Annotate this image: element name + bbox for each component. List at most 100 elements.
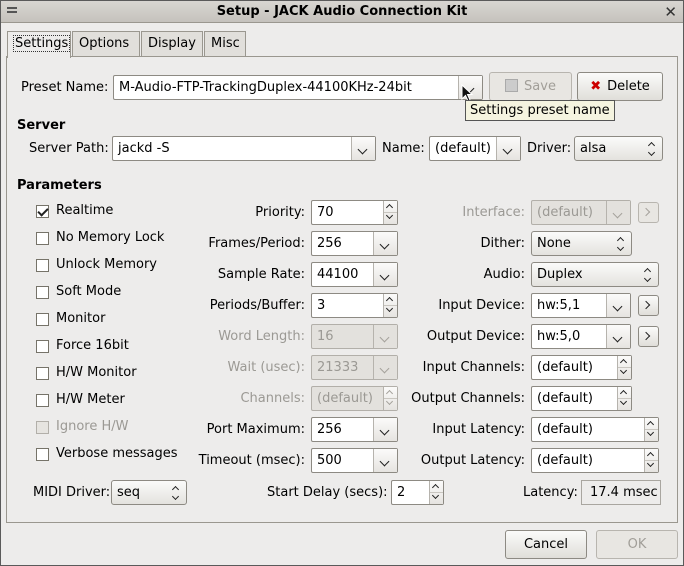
chevron-down-icon[interactable] [606, 294, 630, 317]
driver-select[interactable]: alsa [574, 136, 663, 161]
verbose-messages-checkbox[interactable] [36, 448, 49, 461]
input-latency-spinbox[interactable]: (default) [531, 417, 659, 442]
input-channels-spinbox[interactable]: (default) [531, 355, 632, 380]
output-channels-value: (default) [537, 391, 593, 406]
output-latency-label: Output Latency: [420, 453, 525, 468]
periods-buffer-spinbox[interactable]: 3 [311, 293, 398, 318]
tab-options[interactable]: Options [72, 31, 140, 57]
chevron-down-icon[interactable] [606, 201, 630, 224]
chevron-down-icon[interactable] [373, 232, 397, 255]
server-path-combo[interactable]: jackd -S [112, 136, 376, 161]
driver-label: Driver: [527, 141, 572, 156]
title-bar[interactable]: Setup - JACK Audio Connection Kit ✕ [1, 1, 683, 23]
tab-display[interactable]: Display [141, 31, 203, 57]
chevron-down-icon[interactable] [373, 325, 397, 348]
timeout-combo[interactable]: 500 [311, 448, 398, 473]
spin-arrows-icon[interactable] [383, 387, 397, 410]
spin-arrows-icon[interactable] [429, 481, 443, 504]
hw-monitor-checkbox[interactable] [36, 367, 49, 380]
chevron-down-icon[interactable] [496, 137, 520, 160]
output-device-select-button[interactable] [638, 326, 659, 347]
window-title: Setup - JACK Audio Connection Kit [216, 4, 468, 19]
chevron-down-icon[interactable] [351, 137, 375, 160]
verbose-messages-label[interactable]: Verbose messages [56, 446, 178, 461]
force-16bit-checkbox[interactable] [36, 340, 49, 353]
realtime-checkbox[interactable] [36, 205, 49, 218]
delete-button[interactable]: ✖ Delete [577, 72, 663, 101]
audio-select[interactable]: Duplex [531, 262, 659, 287]
preset-name-combo[interactable]: M-Audio-FTP-TrackingDuplex-44100KHz-24bi… [113, 75, 483, 100]
unlock-memory-label[interactable]: Unlock Memory [56, 257, 157, 272]
frames-period-label: Frames/Period: [208, 236, 305, 251]
word-length-value: 16 [317, 329, 334, 344]
ok-label: OK [627, 537, 647, 552]
word-length-label: Word Length: [218, 329, 305, 344]
interface-value: (default) [537, 205, 593, 220]
save-button[interactable]: Save [489, 72, 572, 101]
sample-rate-combo[interactable]: 44100 [311, 262, 398, 287]
port-maximum-value: 256 [317, 422, 342, 437]
hw-monitor-label[interactable]: H/W Monitor [56, 365, 137, 380]
delete-icon: ✖ [590, 79, 602, 94]
priority-spinbox[interactable]: 70 [311, 200, 398, 225]
spin-arrows-icon[interactable] [383, 294, 397, 317]
sample-rate-value: 44100 [317, 267, 359, 282]
tab-settings[interactable]: Settings [7, 31, 71, 58]
audio-label: Audio: [483, 267, 525, 282]
sample-rate-label: Sample Rate: [217, 267, 305, 282]
spin-arrows-icon[interactable] [617, 387, 631, 410]
unlock-memory-checkbox[interactable] [36, 259, 49, 272]
interface-combo[interactable]: (default) [531, 200, 631, 225]
ok-button[interactable]: OK [596, 530, 678, 559]
monitor-label[interactable]: Monitor [56, 311, 105, 326]
ignore-hw-checkbox[interactable] [36, 421, 49, 434]
latency-readout: 17.4 msec [581, 480, 661, 505]
chevron-down-icon[interactable] [373, 263, 397, 286]
cancel-button[interactable]: Cancel [505, 530, 587, 559]
dither-select[interactable]: None [531, 231, 632, 256]
spin-arrows-icon[interactable] [644, 418, 658, 441]
channels-spinbox[interactable]: (default) [311, 386, 398, 411]
output-channels-spinbox[interactable]: (default) [531, 386, 632, 411]
chevron-down-icon[interactable] [373, 356, 397, 379]
server-name-combo[interactable]: (default) [429, 136, 521, 161]
output-latency-spinbox[interactable]: (default) [531, 448, 659, 473]
midi-driver-select[interactable]: seq [111, 480, 187, 505]
latency-label: Latency: [523, 485, 578, 500]
wait-combo[interactable]: 21333 [311, 355, 398, 380]
no-memory-lock-label[interactable]: No Memory Lock [56, 230, 164, 245]
port-maximum-combo[interactable]: 256 [311, 417, 398, 442]
frames-period-combo[interactable]: 256 [311, 231, 398, 256]
parameters-section-title: Parameters [17, 178, 102, 193]
dither-label: Dither: [480, 236, 525, 251]
spin-arrows-icon[interactable] [383, 201, 397, 224]
timeout-value: 500 [317, 453, 342, 468]
chevron-down-icon[interactable] [373, 418, 397, 441]
input-device-value: hw:5,1 [537, 298, 581, 313]
preset-name-label: Preset Name: [21, 80, 109, 95]
close-icon[interactable]: ✕ [664, 3, 677, 21]
hw-meter-label[interactable]: H/W Meter [56, 392, 125, 407]
soft-mode-checkbox[interactable] [36, 286, 49, 299]
input-device-select-button[interactable] [638, 295, 659, 316]
updown-arrows-icon [644, 267, 652, 283]
input-channels-value: (default) [537, 360, 593, 375]
interface-select-button[interactable] [638, 202, 659, 223]
priority-value: 70 [317, 205, 334, 220]
force-16bit-label[interactable]: Force 16bit [56, 338, 129, 353]
output-device-combo[interactable]: hw:5,0 [531, 324, 631, 349]
input-latency-label: Input Latency: [432, 422, 525, 437]
no-memory-lock-checkbox[interactable] [36, 232, 49, 245]
tab-misc[interactable]: Misc [204, 31, 246, 57]
word-length-combo[interactable]: 16 [311, 324, 398, 349]
soft-mode-label[interactable]: Soft Mode [56, 284, 121, 299]
spin-arrows-icon[interactable] [617, 356, 631, 379]
realtime-label[interactable]: Realtime [56, 203, 113, 218]
monitor-checkbox[interactable] [36, 313, 49, 326]
hw-meter-checkbox[interactable] [36, 394, 49, 407]
chevron-down-icon[interactable] [373, 449, 397, 472]
spin-arrows-icon[interactable] [644, 449, 658, 472]
start-delay-spinbox[interactable]: 2 [391, 480, 444, 505]
input-device-combo[interactable]: hw:5,1 [531, 293, 631, 318]
chevron-down-icon[interactable] [606, 325, 630, 348]
